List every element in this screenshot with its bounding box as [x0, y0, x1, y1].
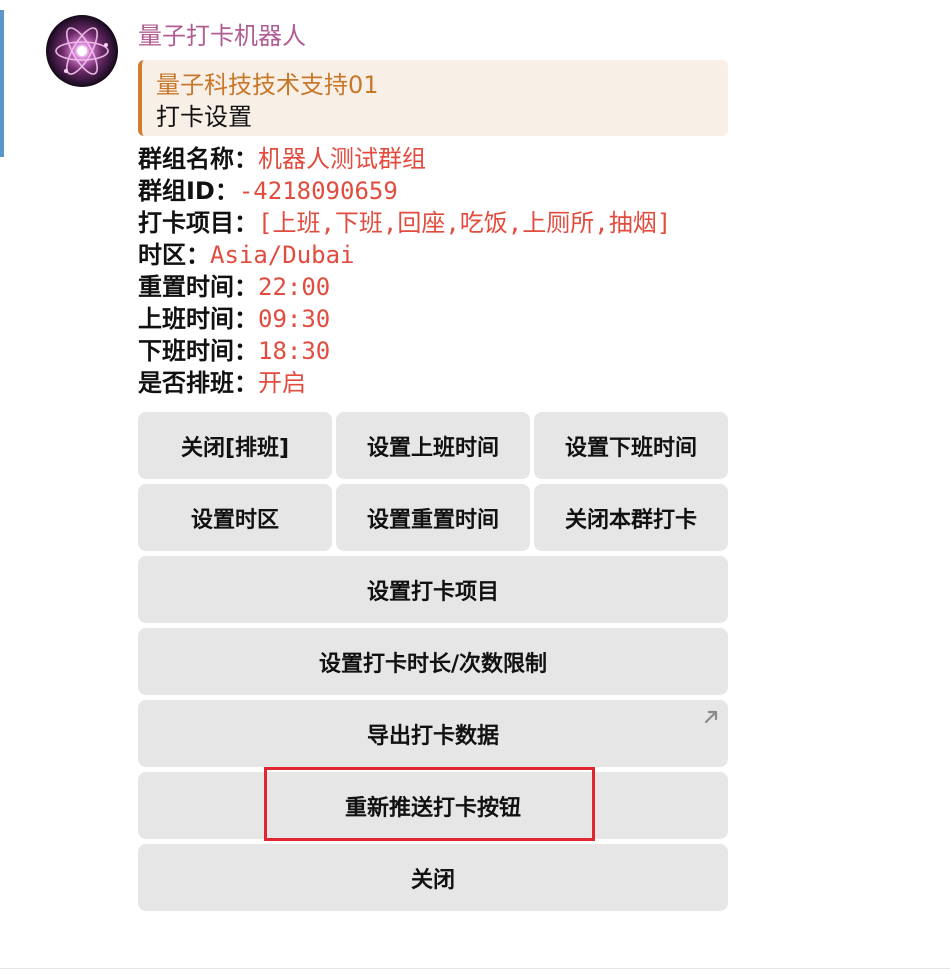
set-timezone-button[interactable]: 设置时区	[138, 484, 332, 551]
set-start-time-button[interactable]: 设置上班时间	[336, 412, 530, 479]
divider	[0, 968, 950, 969]
export-data-button[interactable]: 导出打卡数据	[138, 700, 728, 767]
export-data-label: 导出打卡数据	[366, 723, 499, 749]
info-line-group-id: 群组ID：-4218090659	[138, 175, 671, 207]
info-line-reset-time: 重置时间：22:00	[138, 271, 671, 303]
set-end-time-button[interactable]: 设置下班时间	[534, 412, 728, 479]
info-label: 下班时间：	[138, 337, 258, 365]
info-label: 群组ID：	[138, 177, 239, 205]
close-shift-button[interactable]: 关闭[排班]	[138, 412, 332, 479]
info-label: 是否排班：	[138, 369, 258, 397]
close-button[interactable]: 关闭	[138, 844, 728, 911]
sender-name[interactable]: 量子打卡机器人	[138, 16, 306, 51]
chat-list-selection-accent	[0, 10, 4, 157]
atom-icon	[55, 27, 109, 75]
reply-text: 打卡设置	[156, 103, 252, 131]
info-value: 09:30	[258, 305, 331, 333]
info-value: 开启	[258, 369, 306, 397]
info-line-checkin-items: 打卡项目：[上班,下班,回座,吃饭,上厕所,抽烟]	[138, 207, 671, 239]
info-value: 18:30	[258, 337, 331, 365]
info-label: 群组名称：	[138, 145, 258, 173]
set-duration-limit-button[interactable]: 设置打卡时长/次数限制	[138, 628, 728, 695]
info-label: 重置时间：	[138, 273, 258, 301]
reply-author: 量子科技技术支持01	[156, 71, 379, 99]
info-value: 22:00	[258, 273, 331, 301]
info-value: -4218090659	[238, 177, 398, 205]
bot-avatar[interactable]	[46, 15, 118, 87]
reply-quote[interactable]: 量子科技技术支持01 打卡设置	[138, 60, 728, 136]
settings-info: 群组名称：机器人测试群组 群组ID：-4218090659 打卡项目：[上班,下…	[138, 143, 671, 399]
info-line-start-time: 上班时间：09:30	[138, 303, 671, 335]
info-line-group-name: 群组名称：机器人测试群组	[138, 143, 671, 175]
info-value: 机器人测试群组	[258, 145, 426, 173]
highlight-annotation	[264, 767, 595, 841]
set-checkin-items-button[interactable]: 设置打卡项目	[138, 556, 728, 623]
info-label: 时区：	[138, 241, 210, 269]
info-line-timezone: 时区：Asia/Dubai	[138, 239, 671, 271]
info-line-shift-enabled: 是否排班：开启	[138, 367, 671, 399]
close-group-checkin-button[interactable]: 关闭本群打卡	[534, 484, 728, 551]
info-label: 上班时间：	[138, 305, 258, 333]
info-value: [上班,下班,回座,吃饭,上厕所,抽烟]	[258, 209, 672, 237]
info-label: 打卡项目：	[138, 209, 258, 237]
external-link-icon	[704, 710, 718, 724]
info-value: Asia/Dubai	[210, 241, 355, 269]
info-line-end-time: 下班时间：18:30	[138, 335, 671, 367]
set-reset-time-button[interactable]: 设置重置时间	[336, 484, 530, 551]
